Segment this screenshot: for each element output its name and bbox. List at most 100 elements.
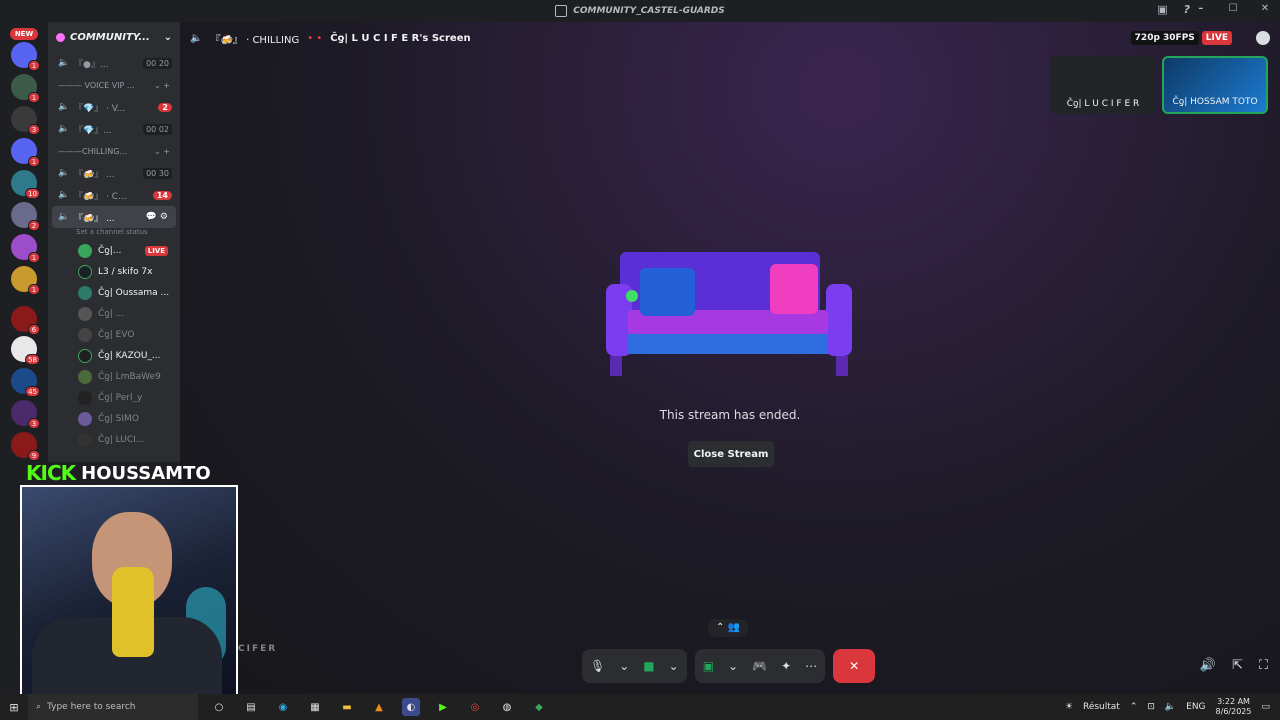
avatar (78, 285, 92, 300)
participant-tile[interactable]: Čƍ| L U C I F E R (1050, 56, 1156, 114)
weather-icon[interactable]: ☀ (1065, 702, 1073, 712)
store-icon[interactable]: ▦ (306, 698, 324, 716)
kick-banner: KICK HOUSSAMTO (26, 461, 236, 485)
voice-channel-active[interactable]: 🔈 『🍻』 ... 💬 ⚙ (52, 206, 176, 228)
voice-user[interactable]: Čƍ| LUCI... (48, 429, 180, 450)
server-icon[interactable]: 1 (11, 138, 40, 167)
server-icon[interactable]: 1 (11, 266, 40, 295)
voice-user[interactable]: Čƍ| SIMO (48, 408, 180, 429)
server-logo-icon (555, 5, 568, 17)
voice-user[interactable]: L3 / skifo 7x (48, 261, 180, 282)
avatar (78, 264, 92, 279)
language-indicator[interactable]: ENG (1186, 702, 1205, 712)
streaming-app-icon[interactable]: ▶ (434, 698, 452, 716)
maximize-button[interactable]: ☐ (1226, 3, 1240, 14)
popout-icon[interactable]: ⇱ (1232, 658, 1243, 673)
channel-name: 『●』... (74, 59, 109, 70)
server-icon[interactable]: 2 (11, 202, 40, 231)
soundboard-icon[interactable]: ✦ (781, 659, 791, 673)
close-stream-button[interactable]: Close Stream (688, 441, 774, 467)
microphone-icon[interactable]: 🎙 (590, 659, 605, 673)
channel-title: 『🍻』 · CHILLING (210, 34, 300, 46)
server-icon[interactable]: 10 (11, 170, 40, 199)
couch-illustration (606, 252, 852, 376)
unread-badge: 6 (28, 324, 40, 335)
channel-actions-icon[interactable]: 💬 ⚙ (146, 212, 168, 222)
vlc-icon[interactable]: ▲ (370, 698, 388, 716)
server-header[interactable]: COMMUNITY... ⌄ (48, 22, 180, 52)
screen-share-icon[interactable]: ▣ (703, 659, 714, 673)
search-icon: ⌕ (36, 702, 42, 712)
set-channel-status[interactable]: Set a channel status (48, 228, 180, 240)
server-icon[interactable]: 3 (11, 400, 40, 429)
volume-icon[interactable]: 🔊 (1200, 658, 1216, 673)
voice-user[interactable]: Čƍ| LmBaWe9 (48, 366, 180, 387)
unread-badge: 2 (28, 220, 40, 231)
chat-icon[interactable] (1256, 31, 1270, 45)
search-placeholder: Type here to search (47, 702, 136, 712)
taskbar-search[interactable]: ⌕ Type here to search (28, 694, 198, 720)
clock-date: 8/6/2025 (1215, 707, 1252, 716)
add-channel-icon[interactable]: ⌄ + (154, 81, 170, 90)
more-icon[interactable]: ⋯ (805, 659, 817, 673)
fullscreen-icon[interactable]: ⛶ (1259, 658, 1268, 673)
help-icon[interactable]: ? (1184, 3, 1190, 16)
weather-label[interactable]: Résultat (1083, 702, 1120, 712)
participant-tile[interactable]: Čƍ| HOSSAM TOTO (1162, 56, 1268, 114)
tray-chevron-icon[interactable]: ⌃ (1130, 702, 1138, 712)
server-icon[interactable]: 58 (11, 336, 40, 365)
windows-taskbar: ⊞ ⌕ Type here to search ○ ▤ ◉ ▦ ▬ ▲ ◐ ▶ … (0, 694, 1280, 720)
chrome-icon[interactable]: ◎ (466, 698, 484, 716)
cortana-icon[interactable]: ○ (210, 698, 228, 716)
chevron-down-icon[interactable]: ⌄ (619, 659, 629, 673)
category-voice-vip[interactable]: ——— VOICE VIP ... ⌄ + (48, 74, 180, 96)
mention-badge: 2 (158, 102, 172, 112)
add-channel-icon[interactable]: ⌄ + (154, 147, 170, 156)
stream-stage: 🔈 『🍻』 · CHILLING • • Čƍ| L U C I F E R's… (180, 22, 1280, 694)
obs-icon[interactable]: ◍ (498, 698, 516, 716)
voice-channel[interactable]: 🔈 『💎』 · V... 2 (48, 96, 180, 118)
show-participants-button[interactable]: ⌃ 👥 (708, 619, 748, 637)
voice-channel[interactable]: 🔈 『🍻』 ... 00 30 (48, 162, 180, 184)
voice-user[interactable]: Čƍ| EVO (48, 324, 180, 345)
voice-user[interactable]: Čƍ| ... (48, 303, 180, 324)
discord-icon[interactable]: ◐ (402, 698, 420, 716)
server-icon[interactable]: 9 (11, 432, 40, 461)
end-call-button[interactable]: ✕ (833, 649, 876, 683)
minimize-button[interactable]: – (1194, 3, 1208, 14)
voice-channel[interactable]: 🔈 『●』... 00 20 (48, 52, 180, 74)
mic-camera-group: 🎙 ⌄ ■ ⌄ (582, 649, 687, 683)
webcam-overlay (20, 485, 238, 700)
camera-icon[interactable]: ■ (643, 659, 654, 673)
chevron-down-icon[interactable]: ⌄ (669, 659, 679, 673)
activity-icon[interactable]: 🎮 (752, 659, 767, 673)
server-icon[interactable]: 1 (11, 234, 40, 263)
app-icon[interactable]: ◆ (530, 698, 548, 716)
voice-user[interactable]: Čƍ| Oussama ... (48, 282, 180, 303)
voice-user[interactable]: Čƍ| KAZOU_... (48, 345, 180, 366)
server-icon[interactable]: 3 (11, 106, 40, 135)
voice-user[interactable]: Čƍ|... LIVE (48, 240, 180, 261)
speaker-icon: 🔈 (58, 58, 70, 68)
server-icon[interactable]: 1 (11, 74, 40, 103)
voice-channel[interactable]: 🔈 『💎』... 00 02 (48, 118, 180, 140)
voice-user[interactable]: Čƍ| Perl_y (48, 387, 180, 408)
close-window-button[interactable]: ✕ (1258, 3, 1272, 14)
inbox-icon[interactable]: ▣ (1157, 3, 1167, 16)
clock[interactable]: 3:22 AM 8/6/2025 (1216, 697, 1252, 717)
start-button[interactable]: ⊞ (0, 701, 28, 714)
file-explorer-icon[interactable]: ▬ (338, 698, 356, 716)
live-badge: LIVE (144, 245, 168, 256)
volume-icon[interactable]: 🔈 (1165, 702, 1176, 712)
server-icon[interactable]: 45 (11, 368, 40, 397)
task-view-icon[interactable]: ▤ (242, 698, 260, 716)
server-icon[interactable]: 6 (11, 306, 40, 335)
chevron-down-icon[interactable]: ⌄ (728, 659, 738, 673)
notifications-icon[interactable]: ▭ (1261, 702, 1270, 712)
server-icon[interactable]: 1 (11, 42, 40, 71)
channel-name: 『🍻』 ... (74, 213, 115, 224)
category-chilling[interactable]: ———CHILLING... ⌄ + (48, 140, 180, 162)
voice-channel[interactable]: 🔈 『🍻』 · C... 14 (48, 184, 180, 206)
network-icon[interactable]: ⊡ (1147, 702, 1155, 712)
edge-icon[interactable]: ◉ (274, 698, 292, 716)
